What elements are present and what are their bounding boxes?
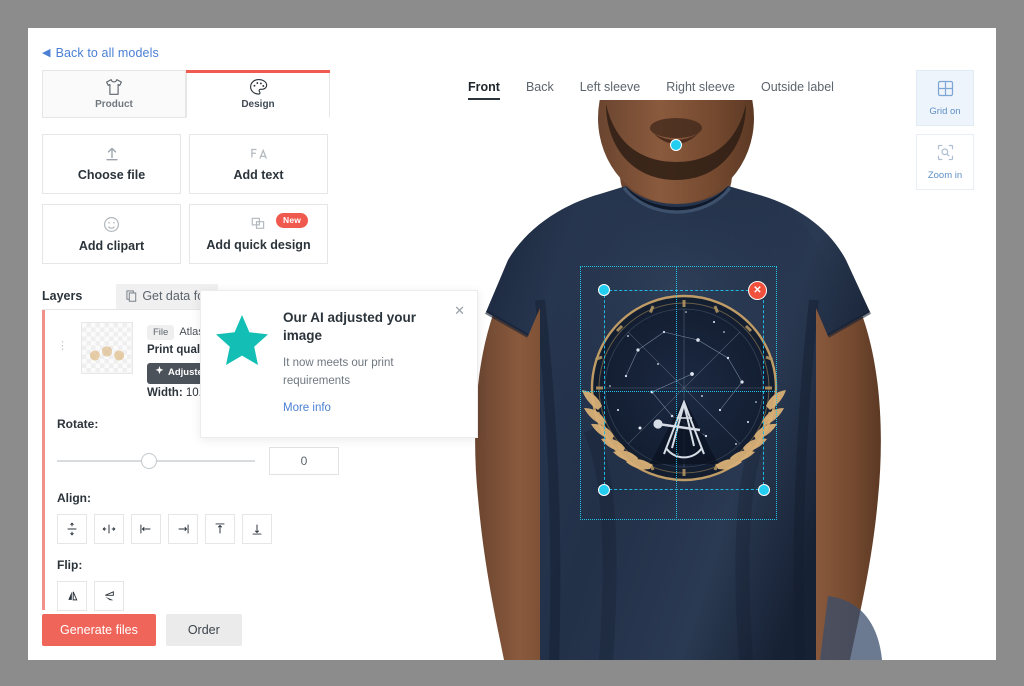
back-to-all-models-link[interactable]: ◀ Back to all models: [42, 46, 159, 60]
new-badge: New: [276, 213, 309, 228]
align-bottom-button[interactable]: [242, 513, 272, 544]
handle-top-center[interactable]: [670, 139, 682, 151]
choose-file-button[interactable]: Choose file: [42, 134, 181, 194]
add-clipart-button[interactable]: Add clipart: [42, 204, 181, 264]
view-tab-front[interactable]: Front: [468, 80, 500, 100]
copy-icon: [126, 290, 137, 302]
view-tab-bar: Front Back Left sleeve Right sleeve Outs…: [468, 80, 834, 100]
layer-thumbnail-art: [88, 331, 126, 365]
align-label: Align:: [57, 490, 91, 505]
delete-layer-button[interactable]: ✕: [748, 281, 767, 300]
grid-toggle-button[interactable]: Grid on: [916, 70, 974, 126]
mode-tab-bar: Product Design: [42, 70, 342, 118]
more-info-link[interactable]: More info: [283, 402, 331, 414]
flip-horizontal-button[interactable]: [57, 580, 87, 611]
align-control: Align:: [57, 491, 342, 544]
ai-popup-title: Our AI adjusted your image: [283, 310, 417, 344]
view-tab-right-sleeve[interactable]: Right sleeve: [666, 80, 735, 100]
align-left-button[interactable]: [131, 513, 161, 544]
selection-box[interactable]: [604, 290, 764, 490]
design-editor-window: ◀ Back to all models Product Design Choo…: [28, 28, 996, 660]
add-clipart-label: Add clipart: [78, 238, 145, 253]
close-icon[interactable]: ✕: [454, 303, 465, 319]
align-button-row: [57, 513, 342, 544]
align-top-button[interactable]: [205, 513, 235, 544]
tshirt-icon: [104, 78, 124, 96]
align-center-horizontal-button[interactable]: [94, 513, 124, 544]
zoom-in-button[interactable]: Zoom in: [916, 134, 974, 190]
flip-control: Flip:: [57, 558, 342, 611]
upload-icon: [104, 146, 120, 162]
handle-top-left[interactable]: [598, 284, 610, 296]
order-button[interactable]: Order: [165, 614, 242, 646]
view-tab-left-sleeve[interactable]: Left sleeve: [580, 80, 640, 100]
back-link-label: Back to all models: [55, 46, 159, 60]
view-tab-back[interactable]: Back: [526, 80, 554, 100]
add-quick-design-button[interactable]: New Add quick design: [189, 204, 328, 264]
zoom-in-label: Zoom in: [927, 169, 963, 181]
grid-icon: [937, 80, 954, 102]
layers-icon: [250, 216, 268, 232]
handle-bottom-right[interactable]: [758, 484, 770, 496]
align-center-vertical-button[interactable]: [57, 513, 87, 544]
star-icon: [215, 315, 269, 437]
rotate-slider[interactable]: [57, 452, 255, 469]
add-text-label: Add text: [233, 168, 284, 182]
canvas-tools: Grid on Zoom in: [916, 70, 974, 190]
arrow-left-icon: ◀: [42, 46, 51, 59]
layer-thumbnail[interactable]: [81, 322, 133, 374]
text-icon: [250, 146, 268, 162]
mode-tab-product[interactable]: Product: [42, 70, 186, 118]
flip-button-row: [57, 580, 342, 611]
design-action-grid: Choose file Add text Add clipart New Add…: [42, 134, 342, 264]
add-text-button[interactable]: Add text: [189, 134, 328, 194]
mode-tab-design-label: Design: [241, 99, 275, 110]
smiley-icon: [103, 216, 120, 233]
view-tab-outside-label[interactable]: Outside label: [761, 80, 834, 100]
mode-tab-design[interactable]: Design: [186, 70, 330, 118]
ai-adjusted-popup: Our AI adjusted your image It now meets …: [200, 290, 478, 438]
tab-layers[interactable]: Layers: [42, 289, 82, 309]
mode-tab-product-label: Product: [95, 99, 133, 110]
ai-popup-text: Our AI adjusted your image It now meets …: [283, 309, 463, 437]
tab-get-data-for-label: Get data for: [142, 289, 209, 303]
rotate-input[interactable]: 0: [269, 446, 339, 475]
file-pill: File: [147, 325, 175, 340]
drag-handle-icon[interactable]: ⋮: [57, 322, 68, 352]
handle-bottom-left[interactable]: [598, 484, 610, 496]
rotate-slider-knob[interactable]: [141, 452, 157, 469]
width-label: Width:: [147, 386, 183, 399]
generate-files-button[interactable]: Generate files: [42, 614, 156, 646]
sparkle-icon: [155, 365, 164, 381]
footer-actions: Generate files Order: [42, 614, 242, 646]
choose-file-label: Choose file: [77, 168, 146, 182]
ai-popup-body: It now meets our print requirements: [283, 357, 394, 387]
rotate-row: 0: [57, 446, 342, 475]
palette-icon: [249, 78, 268, 96]
add-quick-design-label: Add quick design: [206, 238, 311, 252]
align-right-button[interactable]: [168, 513, 198, 544]
grid-toggle-label: Grid on: [929, 105, 961, 117]
flip-label: Flip:: [57, 557, 83, 572]
flip-vertical-button[interactable]: [94, 580, 124, 611]
zoom-in-icon: [937, 144, 954, 166]
